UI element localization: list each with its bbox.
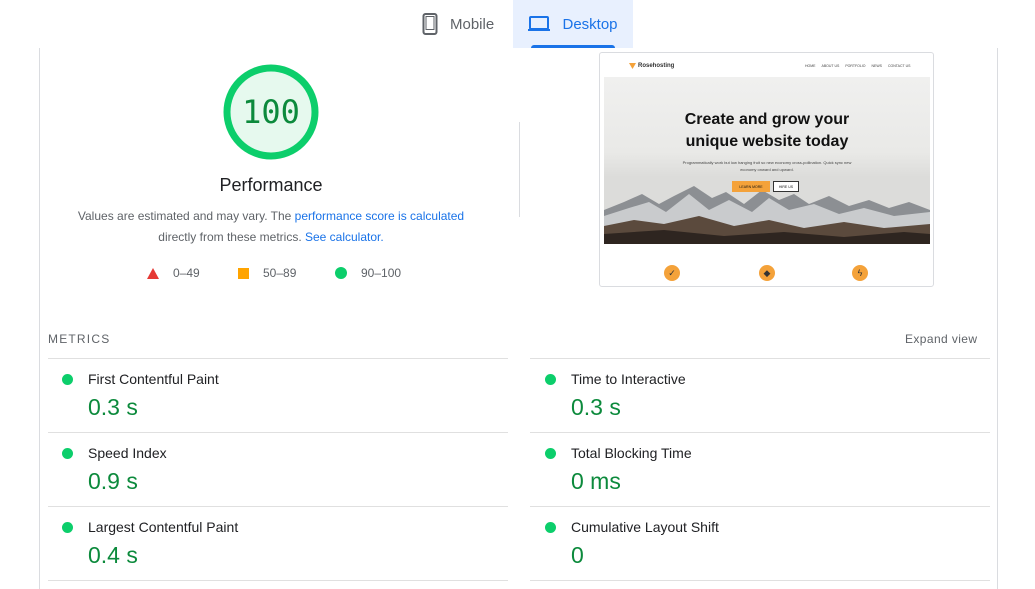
expand-view-toggle[interactable]: Expand view — [905, 332, 977, 346]
metric-time-to-interactive: Time to Interactive 0.3 s — [531, 359, 971, 431]
circle-icon — [335, 267, 347, 279]
metric-value: 0 — [571, 542, 584, 568]
metric-speed-index: Speed Index 0.9 s — [48, 433, 488, 505]
legend-fail: 0–49 — [147, 266, 200, 280]
screenshot-nav-link: NEWS — [871, 64, 883, 68]
screenshot-hire-us-button: HIRE US — [773, 181, 799, 192]
legend-pass-range: 90–100 — [361, 266, 402, 280]
tab-desktop-label: Desktop — [562, 15, 618, 33]
metric-label: Speed Index — [88, 445, 167, 461]
pass-circle-icon — [545, 522, 556, 533]
screenshot-nav: Rosehosting HOME ABOUT US PORTFOLIO NEWS… — [600, 53, 933, 77]
metric-first-contentful-paint: First Contentful Paint 0.3 s — [48, 359, 488, 431]
metric-divider — [530, 580, 990, 581]
screenshot-nav-links: HOME ABOUT US PORTFOLIO NEWS CONTACT US — [805, 64, 910, 68]
laptop-icon — [528, 16, 551, 32]
diamond-icon: ◆ — [759, 265, 775, 281]
pass-circle-icon — [545, 374, 556, 385]
metric-largest-contentful-paint: Largest Contentful Paint 0.4 s — [48, 507, 488, 579]
pass-circle-icon — [62, 522, 73, 533]
legend-average: 50–89 — [238, 266, 296, 280]
metrics-heading: METRICS — [48, 332, 111, 346]
legend-fail-range: 0–49 — [173, 266, 200, 280]
pass-circle-icon — [62, 374, 73, 385]
square-icon — [238, 267, 249, 279]
screenshot-headline: Create and grow your unique website today — [684, 111, 850, 150]
screenshot-paragraph: Programmatically work but low hanging fr… — [682, 160, 852, 172]
metric-value: 0.3 s — [88, 394, 138, 420]
metric-label: First Contentful Paint — [88, 371, 219, 387]
legend-average-range: 50–89 — [263, 266, 297, 280]
screenshot-nav-link: HOME — [805, 64, 816, 68]
tab-mobile[interactable]: Mobile — [422, 0, 494, 48]
see-calculator-link[interactable]: See calculator. — [305, 230, 384, 244]
page-screenshot[interactable]: Rosehosting HOME ABOUT US PORTFOLIO NEWS… — [599, 52, 934, 287]
legend-pass: 90–100 — [335, 266, 401, 280]
tab-desktop[interactable]: Desktop — [513, 0, 633, 48]
screenshot-learn-more-button: LEARN MORE — [732, 181, 770, 192]
metric-label: Largest Contentful Paint — [88, 519, 239, 535]
pass-circle-icon — [545, 448, 556, 459]
section-divider — [519, 122, 520, 217]
performance-description: Values are estimated and may vary. The p… — [62, 206, 480, 248]
performance-score-link[interactable]: performance score is calculated — [295, 209, 464, 223]
metric-label: Total Blocking Time — [571, 445, 692, 461]
metric-label: Cumulative Layout Shift — [571, 519, 719, 535]
panel-border-right — [997, 48, 998, 589]
screenshot-hero: Create and grow your unique website today… — [604, 77, 930, 244]
check-icon: ✓ — [664, 265, 680, 281]
pass-circle-icon — [62, 448, 73, 459]
device-tabs: Mobile Desktop — [0, 0, 1035, 48]
metric-value: 0.3 s — [571, 394, 621, 420]
tab-mobile-label: Mobile — [450, 15, 495, 33]
metric-cumulative-layout-shift: Cumulative Layout Shift 0 — [531, 507, 971, 579]
performance-title: Performance — [219, 175, 323, 195]
performance-score: 100 — [242, 93, 300, 131]
screenshot-logo-icon — [629, 63, 636, 69]
screenshot-nav-link: CONTACT US — [888, 64, 911, 68]
lightning-icon: ϟ — [852, 265, 868, 281]
screenshot-nav-link: PORTFOLIO — [845, 64, 866, 68]
metric-value: 0.4 s — [88, 542, 138, 568]
metric-label: Time to Interactive — [571, 371, 686, 387]
metric-value: 0.9 s — [88, 468, 138, 494]
screenshot-logo: Rosehosting — [638, 63, 675, 69]
triangle-icon — [147, 267, 159, 279]
metric-total-blocking-time: Total Blocking Time 0 ms — [531, 433, 971, 505]
panel-border-left — [39, 48, 40, 589]
desc-text-2: directly from these metrics. — [158, 230, 305, 244]
metric-divider — [48, 580, 508, 581]
metric-value: 0 ms — [571, 468, 621, 494]
phone-icon — [422, 13, 438, 35]
screenshot-nav-link: ABOUT US — [821, 64, 840, 68]
desc-text-1: Values are estimated and may vary. The — [77, 209, 295, 223]
performance-gauge: 100 — [221, 62, 321, 162]
